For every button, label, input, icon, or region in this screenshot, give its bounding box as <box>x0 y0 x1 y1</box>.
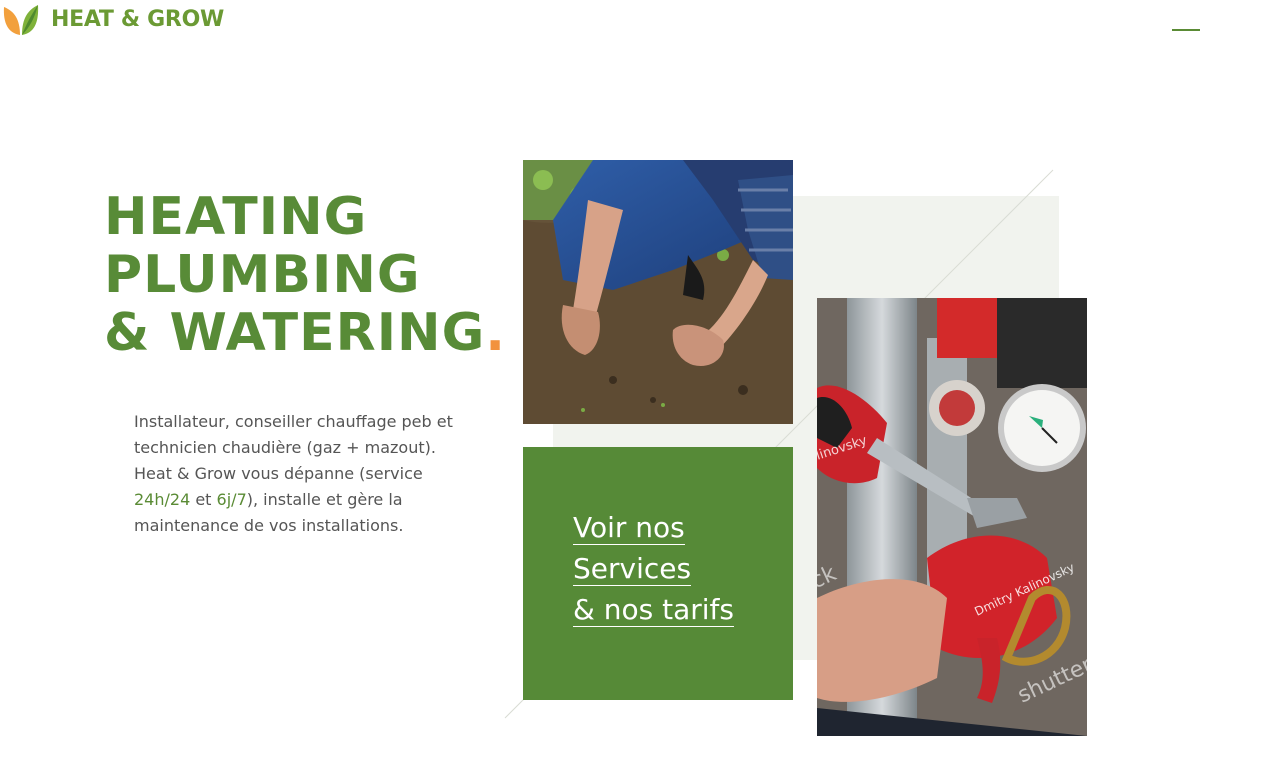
page: HEAT & GROW HEATING PLUMBING & WATERING.… <box>0 0 1280 768</box>
services-cta-box[interactable]: Voir nos Services & nos tarifs <box>523 447 793 700</box>
hero-title-dot: . <box>485 303 507 363</box>
hero-title: HEATING PLUMBING & WATERING. <box>104 188 506 362</box>
hero-title-line-3-text: & WATERING <box>104 303 486 363</box>
hero-title-line-1: HEATING <box>104 187 368 247</box>
intro-highlight-24h: 24h/24 <box>134 490 191 509</box>
services-pricing-link[interactable]: Voir nos Services & nos tarifs <box>573 507 734 630</box>
cta-line-3: & nos tarifs <box>573 593 734 627</box>
intro-text-1: Installateur, conseiller chauffage peb e… <box>134 412 453 483</box>
cta-line-2: Services <box>573 552 692 586</box>
brand-name: HEAT & GROW <box>51 6 224 32</box>
gardening-photo <box>523 160 793 424</box>
cta-line-1: Voir nos <box>573 511 685 545</box>
plumbing-photo: alinovsky Dmitry Kalinovsky shutter ck <box>817 298 1087 736</box>
menu-toggle-button[interactable] <box>1164 18 1208 42</box>
leaf-logo-icon <box>3 5 39 35</box>
intro-highlight-6j: 6j/7 <box>216 490 247 509</box>
intro-text-2: et <box>190 490 217 509</box>
logo-link[interactable]: HEAT & GROW <box>2 3 224 36</box>
hero-intro: Installateur, conseiller chauffage peb e… <box>134 409 454 539</box>
hero-title-line-2: PLUMBING <box>104 245 421 305</box>
hero-title-line-3: & WATERING. <box>104 304 506 362</box>
hamburger-menu-icon <box>1172 29 1200 31</box>
